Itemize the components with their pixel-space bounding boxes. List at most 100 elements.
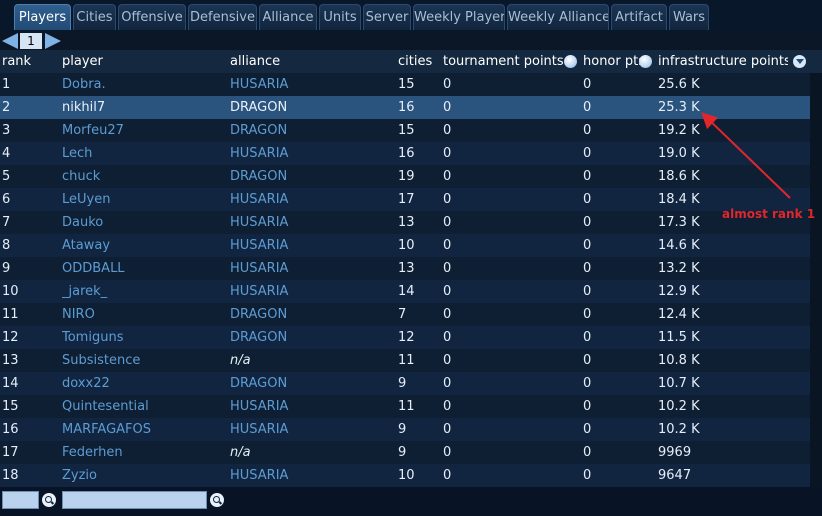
table-row[interactable]: 17 Federhen n/a 9 0 0 9969: [0, 441, 810, 464]
player-name-link[interactable]: LeUyen: [62, 188, 222, 211]
player-search-input[interactable]: [62, 491, 207, 509]
search-rank-icon[interactable]: [42, 493, 56, 507]
infrastructure-points-cell: 10.8 K: [658, 353, 700, 368]
previous-page-icon[interactable]: [2, 33, 18, 49]
page-number[interactable]: 1: [20, 33, 42, 49]
alliance-name-link[interactable]: HUSARIA: [230, 464, 390, 487]
player-name-link[interactable]: Zyzio: [62, 464, 222, 487]
tab-wars[interactable]: Wars: [669, 4, 709, 30]
tab-units[interactable]: Units: [319, 4, 361, 30]
table-row[interactable]: 3 Morfeu27 DRAGON 15 0 0 19.2 K: [0, 119, 810, 142]
rank-search-input[interactable]: [2, 491, 39, 509]
infrastructure-points-cell: 10.2 K: [658, 399, 700, 414]
column-header-honor-pts[interactable]: honor pts: [583, 50, 643, 73]
rank-cell: 17: [2, 445, 19, 460]
tournament-points-cell: 0: [443, 77, 452, 92]
table-row[interactable]: 12 Tomiguns DRAGON 12 0 0 11.5 K: [0, 326, 810, 349]
column-header-alliance[interactable]: alliance: [230, 50, 390, 73]
tab-weekly-player[interactable]: Weekly Player: [413, 4, 505, 30]
player-name-link[interactable]: Ataway: [62, 234, 222, 257]
alliance-name-link[interactable]: HUSARIA: [230, 257, 390, 280]
column-header-infrastructure-points[interactable]: infrastructure points: [658, 50, 788, 73]
tab-artifact[interactable]: Artifact: [611, 4, 667, 30]
rank-cell: 1: [2, 77, 11, 92]
player-name-link[interactable]: Federhen: [62, 441, 222, 464]
pager: 1: [0, 32, 822, 50]
alliance-name-link[interactable]: HUSARIA: [230, 188, 390, 211]
table-row[interactable]: 15 Quintesential HUSARIA 11 0 0 10.2 K: [0, 395, 810, 418]
table-row[interactable]: 4 Lech HUSARIA 16 0 0 19.0 K: [0, 142, 810, 165]
player-name-link[interactable]: doxx22: [62, 372, 222, 395]
player-name-link[interactable]: Tomiguns: [62, 326, 222, 349]
alliance-name-link[interactable]: HUSARIA: [230, 142, 390, 165]
player-name-link[interactable]: Dauko: [62, 211, 222, 234]
player-name-link[interactable]: MARFAGAFOS: [62, 418, 222, 441]
cities-cell: 12: [398, 330, 415, 345]
player-name-link[interactable]: Lech: [62, 142, 222, 165]
table-row[interactable]: 9 ODDBALL HUSARIA 13 0 0 13.2 K: [0, 257, 810, 280]
tab-offensive[interactable]: Offensive: [118, 4, 186, 30]
table-row[interactable]: 8 Ataway HUSARIA 10 0 0 14.6 K: [0, 234, 810, 257]
alliance-name-link[interactable]: HUSARIA: [230, 395, 390, 418]
alliance-name-link[interactable]: DRAGON: [230, 303, 390, 326]
alliance-name-link[interactable]: DRAGON: [230, 119, 390, 142]
table-row[interactable]: 16 MARFAGAFOS HUSARIA 9 0 0 10.2 K: [0, 418, 810, 441]
alliance-name-link[interactable]: DRAGON: [230, 372, 390, 395]
player-name-link[interactable]: Dobra.: [62, 73, 222, 96]
column-header-tournament-points[interactable]: tournament points: [443, 50, 573, 73]
player-name-link[interactable]: NIRO: [62, 303, 222, 326]
search-player-icon[interactable]: [210, 493, 224, 507]
player-name-link[interactable]: _jarek_: [62, 280, 222, 303]
tab-server[interactable]: Server: [363, 4, 411, 30]
table-row[interactable]: 5 chuck DRAGON 19 0 0 18.6 K: [0, 165, 810, 188]
tab-cities[interactable]: Cities: [73, 4, 116, 30]
table-row[interactable]: 14 doxx22 DRAGON 9 0 0 10.7 K: [0, 372, 810, 395]
column-header-player[interactable]: player: [62, 50, 222, 73]
table-row[interactable]: 6 LeUyen HUSARIA 17 0 0 18.4 K: [0, 188, 810, 211]
honor-pts-cell: 0: [583, 445, 592, 460]
table-row[interactable]: 2 nikhil7 DRAGON 16 0 0 25.3 K: [0, 96, 810, 119]
column-header-cities[interactable]: cities: [398, 50, 438, 73]
table-row[interactable]: 11 NIRO DRAGON 7 0 0 12.4 K: [0, 303, 810, 326]
player-name-link[interactable]: Quintesential: [62, 395, 222, 418]
player-name-link[interactable]: nikhil7: [62, 96, 222, 119]
next-page-icon[interactable]: [45, 33, 61, 49]
table-scrollbar[interactable]: [810, 73, 822, 487]
alliance-name-link[interactable]: HUSARIA: [230, 280, 390, 303]
column-header-rank[interactable]: rank: [2, 50, 57, 73]
footer-bar: [0, 487, 822, 516]
tab-alliance[interactable]: Alliance: [259, 4, 317, 30]
sort-descending-icon[interactable]: [793, 55, 806, 68]
player-name-link[interactable]: Morfeu27: [62, 119, 222, 142]
infrastructure-points-cell: 12.4 K: [658, 307, 700, 322]
tournament-points-cell: 0: [443, 169, 452, 184]
table-row[interactable]: 13 Subsistence n/a 11 0 0 10.8 K: [0, 349, 810, 372]
tournament-info-icon[interactable]: [564, 55, 577, 68]
table-row[interactable]: 18 Zyzio HUSARIA 10 0 0 9647: [0, 464, 810, 487]
tournament-points-cell: 0: [443, 238, 452, 253]
table-row[interactable]: 1 Dobra. HUSARIA 15 0 0 25.6 K: [0, 73, 810, 96]
alliance-name-link[interactable]: DRAGON: [230, 326, 390, 349]
alliance-name-link[interactable]: HUSARIA: [230, 234, 390, 257]
table-row[interactable]: 7 Dauko HUSARIA 13 0 0 17.3 K: [0, 211, 810, 234]
tab-weekly-alliance[interactable]: Weekly Alliance: [507, 4, 609, 30]
alliance-name-link[interactable]: HUSARIA: [230, 73, 390, 96]
honor-info-icon[interactable]: [639, 55, 652, 68]
player-name-link[interactable]: Subsistence: [62, 349, 222, 372]
alliance-name-link[interactable]: HUSARIA: [230, 418, 390, 441]
player-name-link[interactable]: ODDBALL: [62, 257, 222, 280]
cities-cell: 17: [398, 192, 415, 207]
tab-defensive[interactable]: Defensive: [188, 4, 257, 30]
tournament-points-cell: 0: [443, 330, 452, 345]
tab-players[interactable]: Players: [14, 4, 71, 30]
tournament-points-cell: 0: [443, 261, 452, 276]
tournament-points-cell: 0: [443, 123, 452, 138]
alliance-name-link[interactable]: HUSARIA: [230, 211, 390, 234]
alliance-name-link[interactable]: DRAGON: [230, 165, 390, 188]
alliance-name-link[interactable]: DRAGON: [230, 96, 390, 119]
rank-cell: 15: [2, 399, 19, 414]
cities-cell: 16: [398, 100, 415, 115]
table-row[interactable]: 10 _jarek_ HUSARIA 14 0 0 12.9 K: [0, 280, 810, 303]
infrastructure-points-cell: 10.2 K: [658, 422, 700, 437]
player-name-link[interactable]: chuck: [62, 165, 222, 188]
